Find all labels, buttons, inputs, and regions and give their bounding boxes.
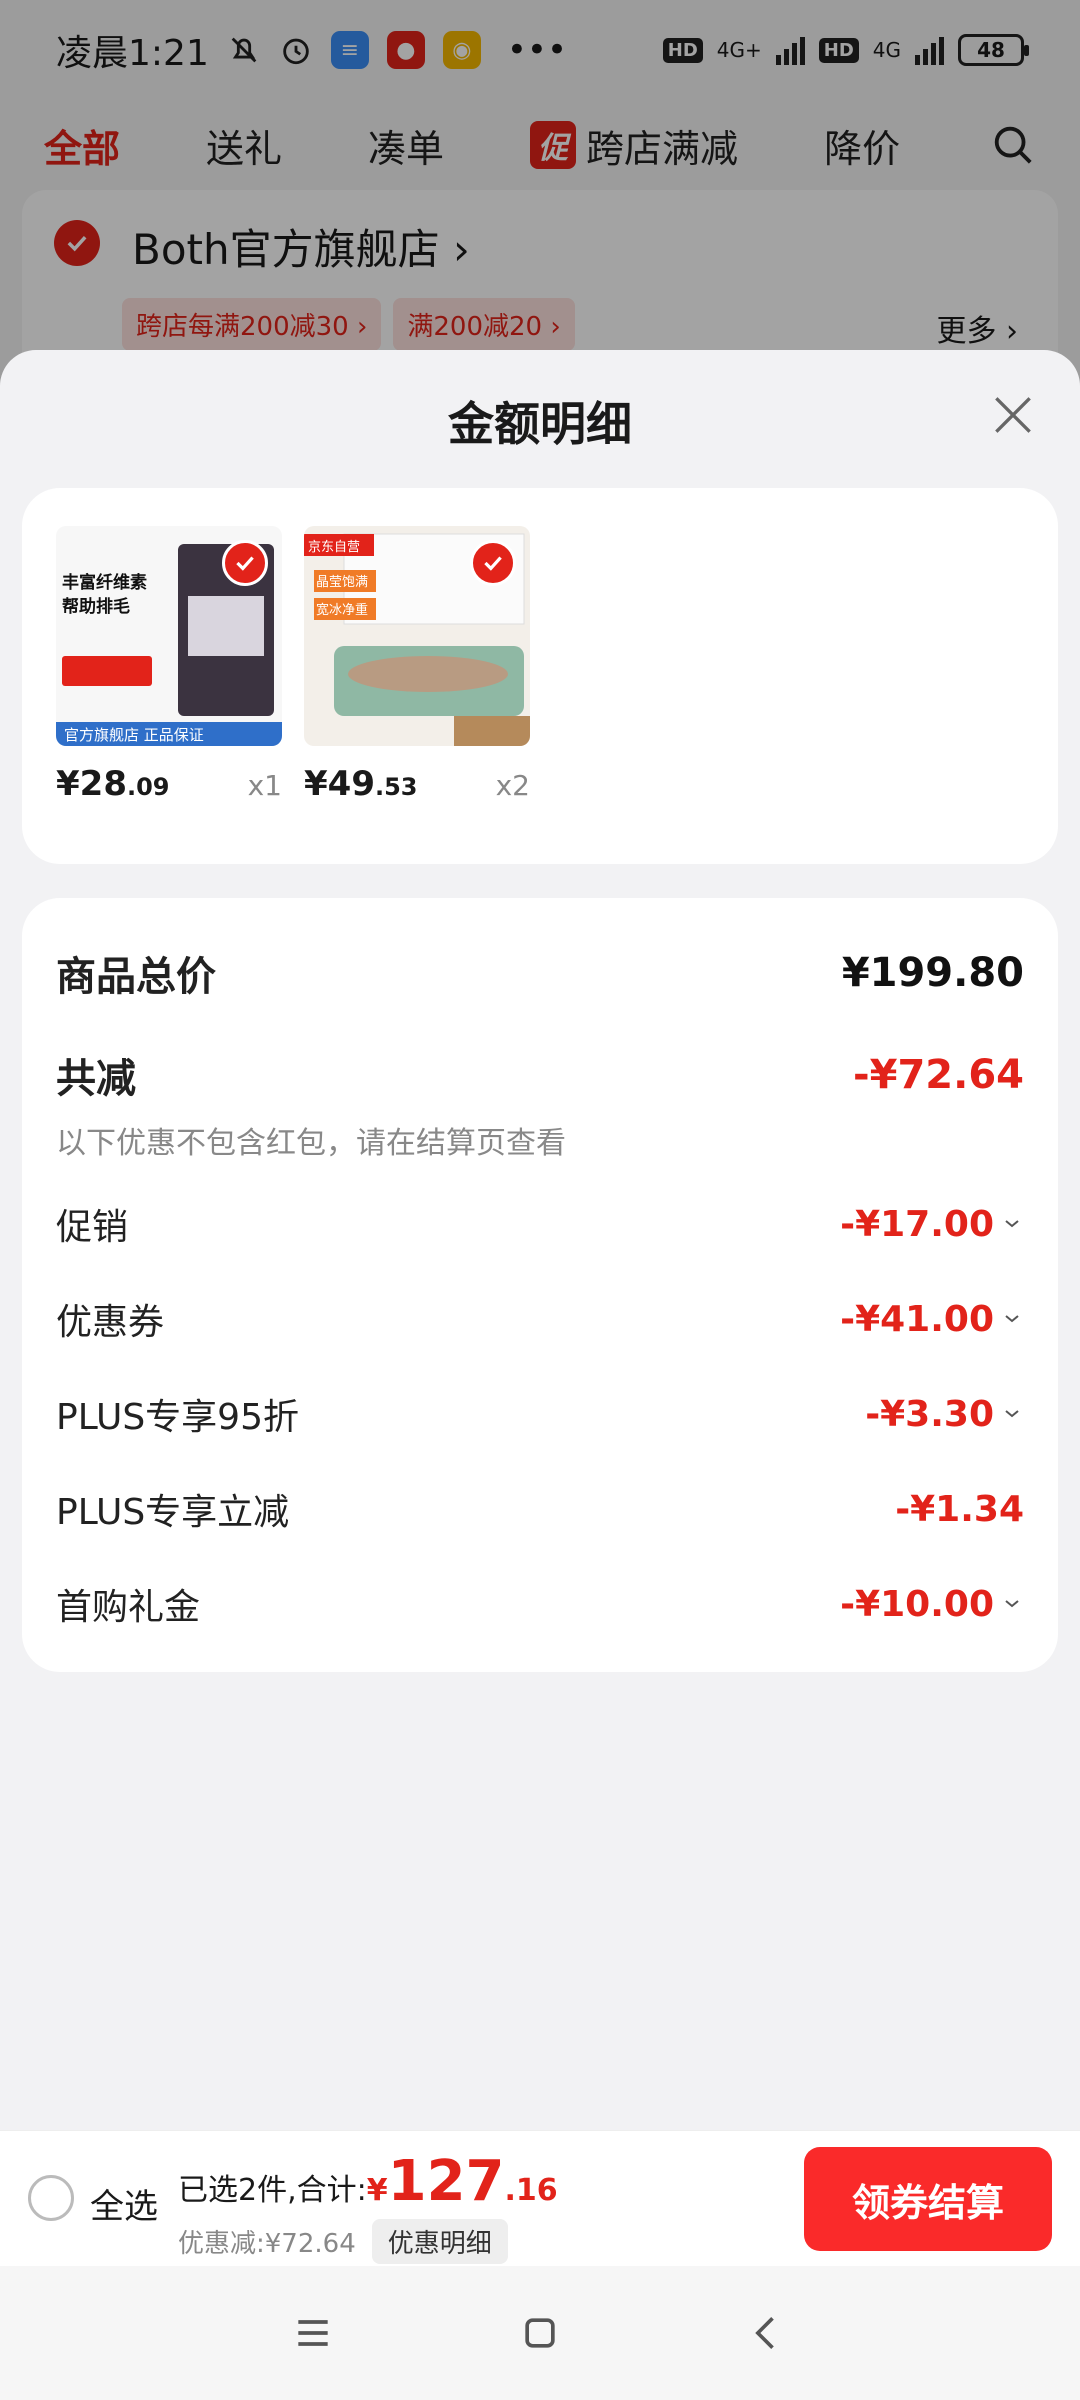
close-icon[interactable] [988,390,1038,440]
select-all-label[interactable]: 全选 [90,2179,158,2228]
first-purchase-gift-row[interactable]: 首购礼金 -¥10.00 [56,1578,1024,1630]
plus-discount-row[interactable]: PLUS专享95折 -¥3.30 [56,1388,1024,1440]
plus-reduction-row: PLUS专享立减 -¥1.34 [56,1488,1024,1534]
svg-text:晶莹饱满: 晶莹饱满 [316,575,368,590]
product-price: ¥28.09 x1 [56,764,282,804]
product-quantity: x2 [495,769,530,802]
discount-summary: 优惠减:¥72.64 优惠明细 [178,2219,508,2264]
chevron-down-icon [1005,1600,1019,1608]
chevron-down-icon [1005,1315,1019,1323]
product-image: 丰富纤维素 帮助排毛 官方旗舰店 正品保证 [56,526,282,746]
product-quantity: x1 [247,769,282,802]
check-icon [222,540,268,586]
sheet-title: 金额明细 [448,397,632,451]
total-amount: 已选2件,合计: ¥ 127 .16 [178,2149,558,2214]
product-item[interactable]: 京东自营 晶莹饱满 宽冰净重 ¥49.53 x2 [304,526,530,804]
discount-note: 以下优惠不包含红包，请在结算页查看 [56,1126,566,1161]
product-price: ¥49.53 x2 [304,764,530,804]
discount-detail-button[interactable]: 优惠明细 [371,2219,508,2264]
product-item[interactable]: 丰富纤维素 帮助排毛 官方旗舰店 正品保证 ¥28.09 x1 [56,526,282,804]
coupon-row[interactable]: 优惠券 -¥41.00 [56,1293,1024,1345]
select-all-radio[interactable] [28,2175,74,2221]
product-image: 京东自营 晶莹饱满 宽冰净重 [304,526,530,746]
checkout-bar: 全选 已选2件,合计: ¥ 127 .16 优惠减:¥72.64 优惠明细 领券… [0,2130,1080,2266]
promotion-row[interactable]: 促销 -¥17.00 [56,1198,1024,1250]
chevron-down-icon [1005,1220,1019,1228]
chevron-down-icon [1005,1410,1019,1418]
price-breakdown-card: 商品总价 ¥199.80 共减 -¥72.64 以下优惠不包含红包，请在结算页查… [22,898,1058,1672]
total-price-row: 商品总价 ¥199.80 [56,950,1024,1000]
products-card: 丰富纤维素 帮助排毛 官方旗舰店 正品保证 ¥28.09 x1 京东自营 晶莹饱… [22,488,1058,864]
discount-text: 优惠减:¥72.64 [178,2229,356,2259]
total-reduction-row: 共减 -¥72.64 [56,1052,1024,1102]
svg-text:官方旗舰店 正品保证: 官方旗舰店 正品保证 [64,726,204,744]
back-icon[interactable] [745,2311,789,2355]
home-icon[interactable] [518,2311,562,2355]
check-icon [470,540,516,586]
svg-text:帮助排毛: 帮助排毛 [62,596,130,617]
svg-text:丰富纤维素: 丰富纤维素 [62,572,147,593]
amount-detail-sheet: 金额明细 丰富纤维素 帮助排毛 官方旗舰店 正品保证 ¥28.09 x1 京东自… [0,350,1080,2130]
menu-icon[interactable] [291,2311,335,2355]
system-nav-bar [0,2266,1080,2400]
svg-text:宽冰净重: 宽冰净重 [316,602,368,618]
checkout-button[interactable]: 领券结算 [804,2147,1052,2251]
svg-text:京东自营: 京东自营 [308,540,360,555]
